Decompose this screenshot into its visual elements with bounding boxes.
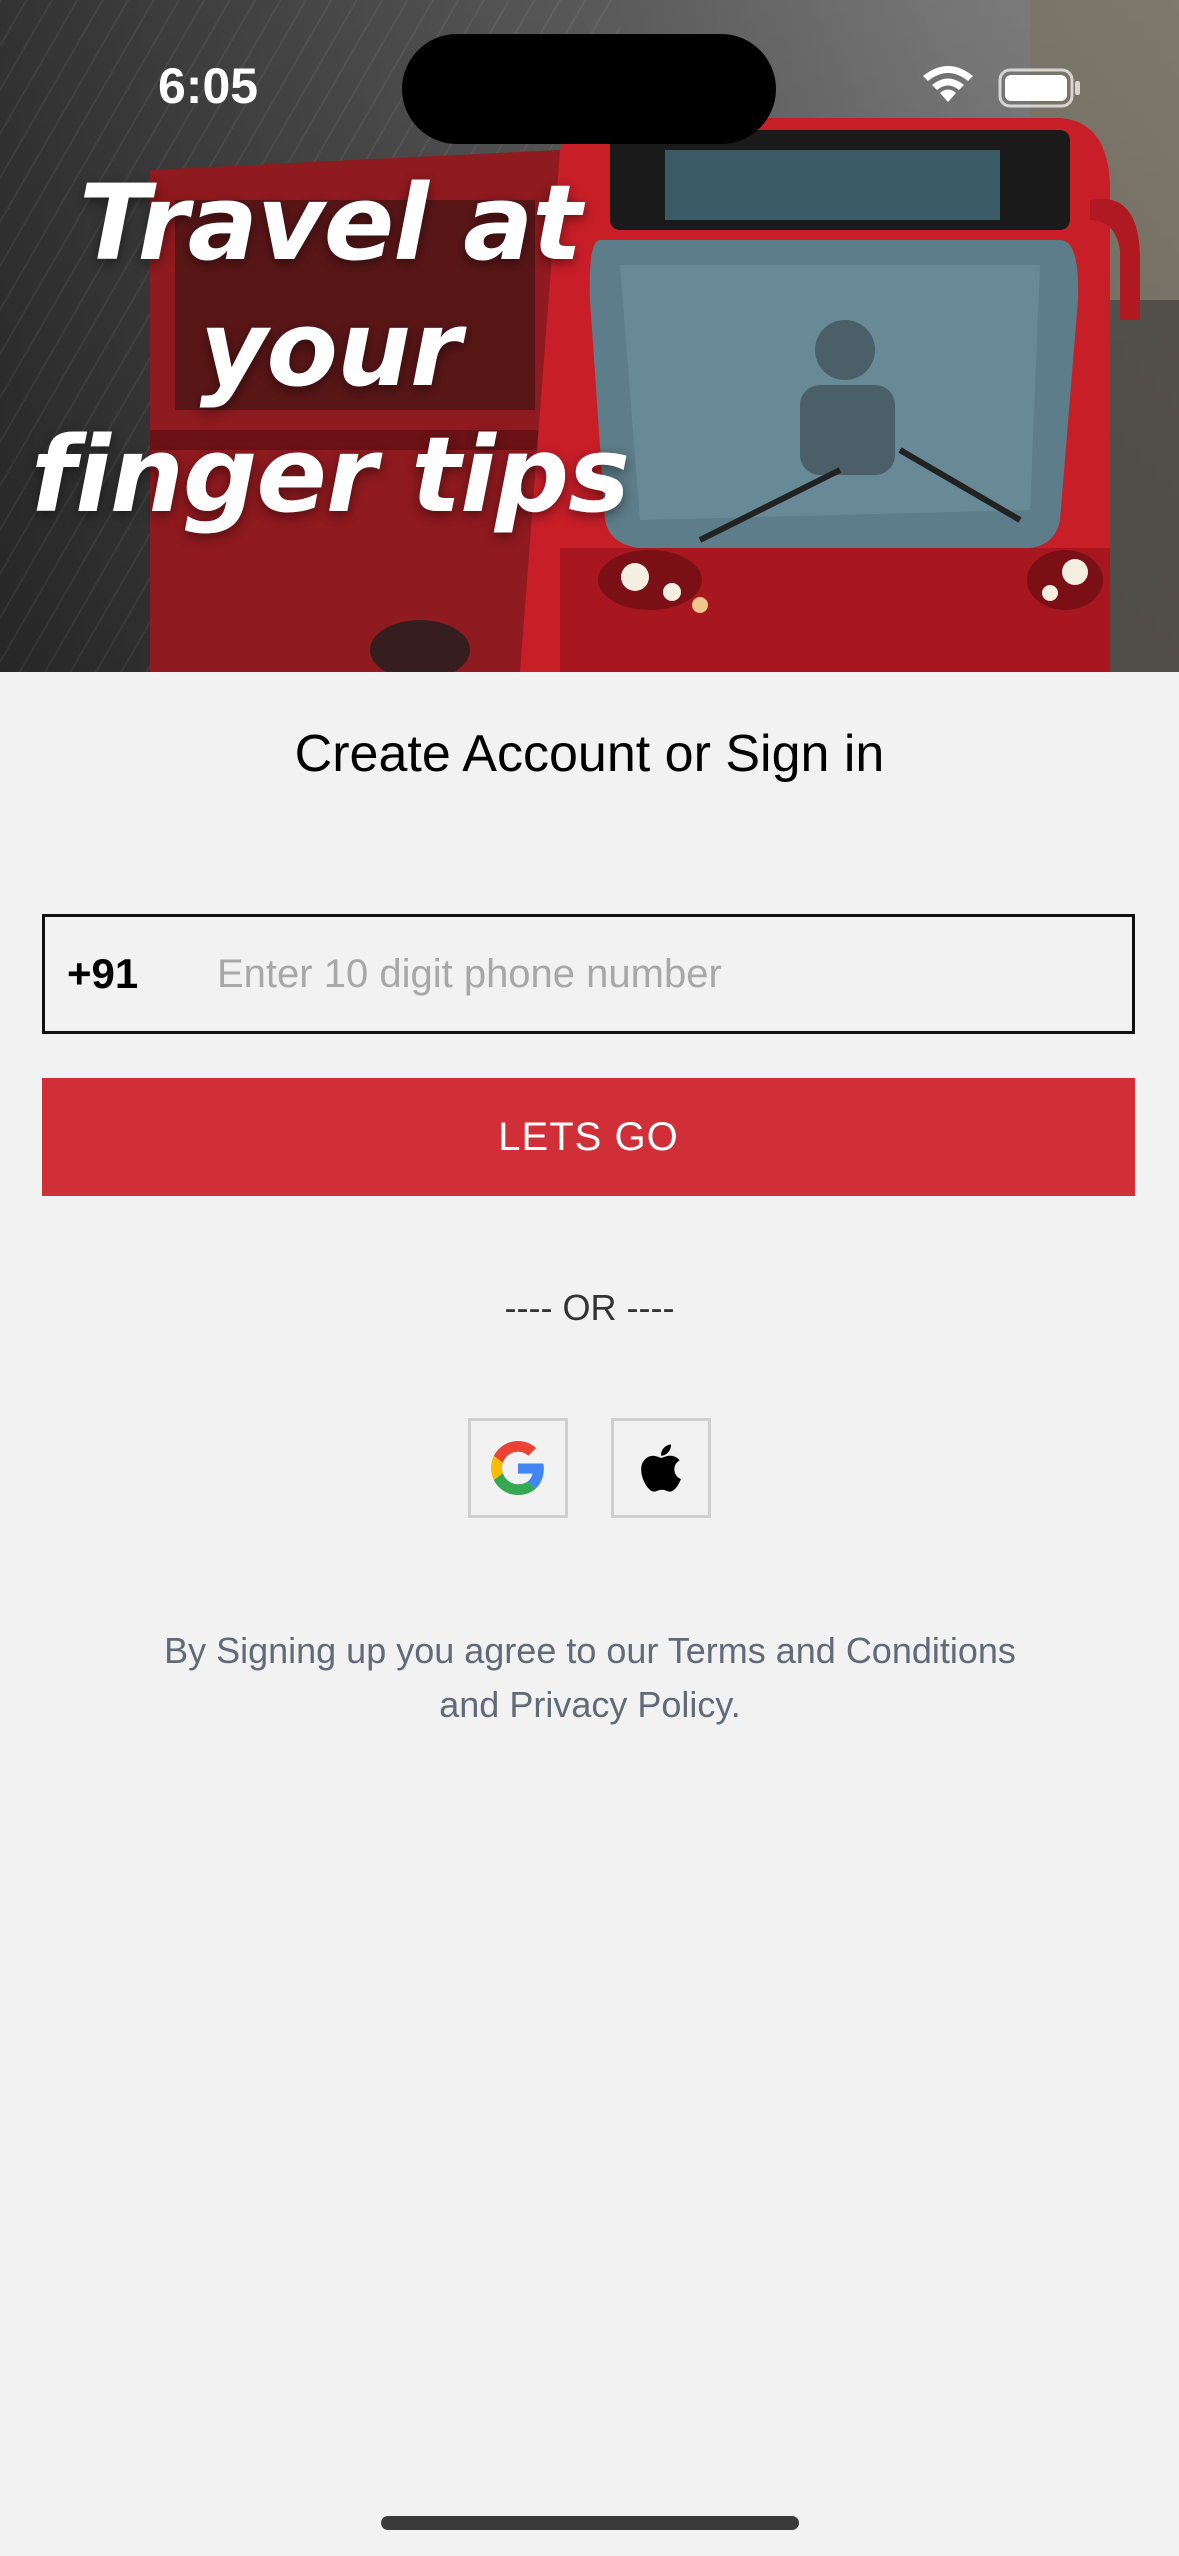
wifi-icon xyxy=(923,66,973,102)
phone-field[interactable]: +91 xyxy=(42,914,1135,1034)
phone-number-input[interactable] xyxy=(217,917,1132,1031)
terms-and-privacy-text: By Signing up you agree to our Terms and… xyxy=(164,1630,1016,1725)
hero-title: Travel at your finger tips xyxy=(30,160,630,538)
google-sign-in-button[interactable] xyxy=(468,1418,568,1518)
lets-go-button[interactable]: LETS GO xyxy=(42,1078,1135,1196)
hero-title-line-3: finger tips xyxy=(30,414,630,536)
apple-icon xyxy=(641,1444,681,1492)
google-icon xyxy=(491,1441,544,1495)
home-indicator xyxy=(381,2516,799,2530)
battery-icon xyxy=(998,68,1080,108)
dynamic-island xyxy=(402,34,776,144)
apple-sign-in-button[interactable] xyxy=(611,1418,711,1518)
page-heading: Create Account or Sign in xyxy=(294,725,885,783)
hero-title-line-1: Travel at xyxy=(78,162,582,284)
country-code: +91 xyxy=(67,950,139,997)
status-time: 6:05 xyxy=(158,58,259,114)
or-divider: ---- OR ---- xyxy=(504,1287,675,1328)
hero-title-line-2: your xyxy=(199,288,462,410)
